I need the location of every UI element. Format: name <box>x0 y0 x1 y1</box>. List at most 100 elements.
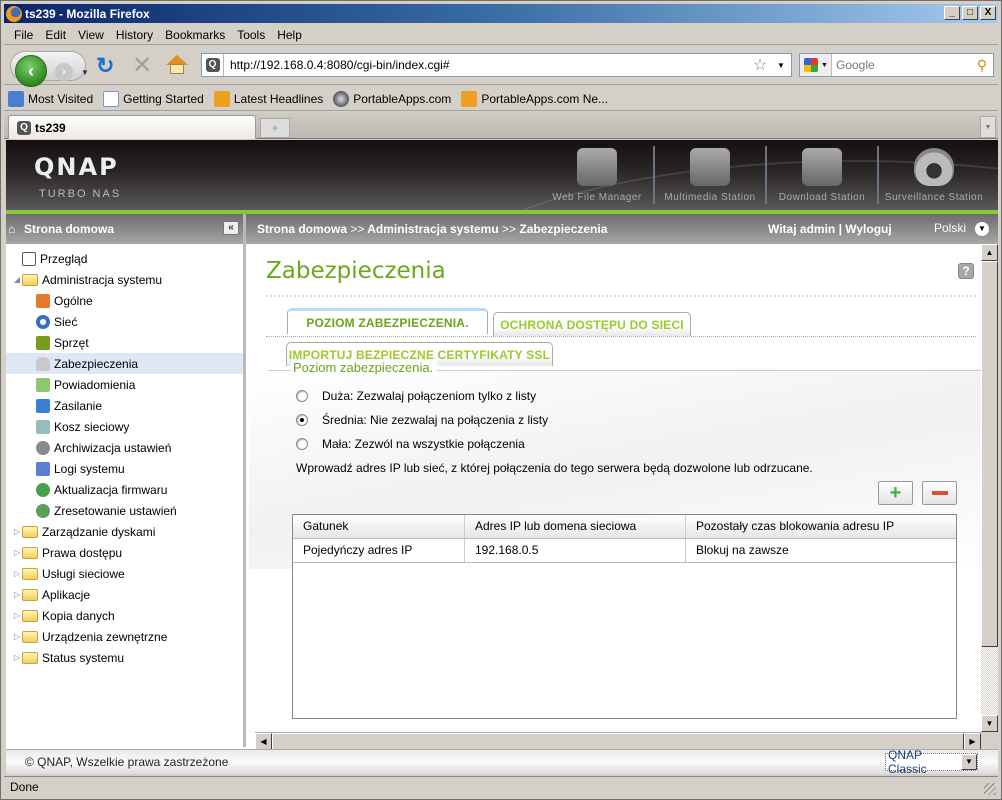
menu-file[interactable]: File <box>10 28 41 42</box>
vertical-scrollbar[interactable]: ▲ ▼ <box>981 244 998 732</box>
bookmark-getting-started[interactable]: Getting Started <box>103 90 204 107</box>
app-multimedia-station[interactable]: Multimedia Station <box>653 146 765 204</box>
sidebar-item[interactable]: ▷ Kopia danych <box>6 605 243 626</box>
menu-history[interactable]: History <box>112 28 161 42</box>
sidebar-item[interactable]: ◢ Administracja systemu <box>6 269 243 290</box>
theme-select[interactable]: QNAP Classic ▼ <box>885 748 978 776</box>
scroll-thumb[interactable] <box>981 261 998 647</box>
sidebar-item[interactable]: Sieć <box>6 311 243 332</box>
url-dropdown-icon[interactable]: ▼ <box>771 61 791 70</box>
browser-tab[interactable]: Q ts239 <box>8 115 256 139</box>
app-download-station[interactable]: Download Station <box>765 146 877 204</box>
breadcrumb-home[interactable]: Strona domowa <box>257 222 347 236</box>
bookmark-portableapps[interactable]: PortableApps.com <box>333 90 451 107</box>
sidebar-item[interactable]: Kosz sieciowy <box>6 416 243 437</box>
resize-grip[interactable] <box>984 783 996 795</box>
search-engine-selector[interactable]: ▼ <box>800 54 832 76</box>
sidebar-item[interactable]: ▷ Usługi sieciowe <box>6 563 243 584</box>
language-label[interactable]: Polski <box>934 221 966 235</box>
sidebar-item[interactable]: Logi systemu <box>6 458 243 479</box>
menu-edit[interactable]: Edit <box>41 28 74 42</box>
minimize-button[interactable]: _ <box>944 6 960 20</box>
collapsed-arrow-icon[interactable]: ▷ <box>12 548 22 557</box>
scroll-left-button[interactable]: ◀ <box>255 733 272 750</box>
collapsed-arrow-icon[interactable]: ▷ <box>12 590 22 599</box>
collapsed-arrow-icon[interactable]: ▷ <box>12 611 22 620</box>
radio-high[interactable] <box>296 390 308 402</box>
app-web-file-manager[interactable]: Web File Manager <box>541 146 653 204</box>
sidebar-item[interactable]: ▷ Zarządzanie dyskami <box>6 521 243 542</box>
column-header-type[interactable]: Gatunek <box>293 515 465 538</box>
home-icon[interactable] <box>166 55 188 75</box>
radio-low[interactable] <box>296 438 308 450</box>
bookmark-star-icon[interactable]: ☆ <box>749 55 771 75</box>
horizontal-scroll-thumb[interactable] <box>272 733 964 750</box>
help-icon[interactable]: ? <box>958 263 974 279</box>
horizontal-scrollbar[interactable]: ◀ ▶ <box>255 732 981 750</box>
search-bar[interactable]: ▼ Google ⚲ <box>799 53 994 77</box>
option-high[interactable]: Duża: Zezwalaj połączeniom tylko z listy <box>296 387 536 405</box>
scroll-track[interactable] <box>981 647 998 715</box>
app-surveillance-station[interactable]: Surveillance Station <box>877 146 989 204</box>
sidebar-item[interactable]: Zabezpieczenia <box>6 353 243 374</box>
sidebar-title[interactable]: Strona domowa <box>24 222 114 236</box>
sidebar-item[interactable]: Sprzęt <box>6 332 243 353</box>
forward-button[interactable]: › <box>55 63 73 81</box>
collapse-sidebar-button[interactable]: « <box>223 221 239 235</box>
url-input[interactable]: http://192.168.0.4:8080/cgi-bin/index.cg… <box>224 58 749 72</box>
bookmark-most-visited[interactable]: Most Visited <box>8 90 93 107</box>
list-all-tabs-button[interactable]: ▼ <box>980 116 996 138</box>
history-dropdown-icon[interactable]: ▼ <box>81 68 89 77</box>
column-header-address[interactable]: Adres IP lub domena sieciowa <box>465 515 686 538</box>
scroll-down-button[interactable]: ▼ <box>981 715 998 732</box>
tab-network-access-protection[interactable]: OCHRONA DOSTĘPU DO SIECI <box>493 312 691 336</box>
table-row[interactable]: Pojedyńczy adres IP 192.168.0.5 Blokuj n… <box>293 539 956 563</box>
menu-view[interactable]: View <box>74 28 112 42</box>
language-dropdown-icon[interactable]: ▼ <box>975 222 989 236</box>
menu-help[interactable]: Help <box>273 28 310 42</box>
menu-bookmarks[interactable]: Bookmarks <box>161 28 233 42</box>
collapsed-arrow-icon[interactable]: ▷ <box>12 569 22 578</box>
sidebar-item[interactable]: Archiwizacja ustawień <box>6 437 243 458</box>
radio-medium[interactable] <box>296 414 308 426</box>
chevron-down-icon[interactable]: ▼ <box>961 754 977 770</box>
column-header-block-time[interactable]: Pozostały czas blokowania adresu IP <box>686 515 956 538</box>
collapsed-arrow-icon[interactable]: ▷ <box>12 653 22 662</box>
menu-tools[interactable]: Tools <box>233 28 273 42</box>
add-button[interactable]: + <box>878 481 913 505</box>
bookmark-portableapps-news[interactable]: PortableApps.com Ne... <box>461 90 608 107</box>
option-low[interactable]: Mała: Zezwól na wszystkie połączenia <box>296 435 525 453</box>
stop-icon[interactable]: ✕ <box>132 54 152 78</box>
sidebar-item[interactable]: Ogólne <box>6 290 243 311</box>
sidebar-item[interactable]: ▷ Prawa dostępu <box>6 542 243 563</box>
search-icon[interactable]: ⚲ <box>971 57 993 74</box>
url-bar[interactable]: Q http://192.168.0.4:8080/cgi-bin/index.… <box>201 53 792 77</box>
reload-icon[interactable]: ↻ <box>96 55 114 77</box>
new-tab-button[interactable]: + <box>260 118 290 138</box>
section-title: Poziom zabezpieczenia. <box>291 360 438 375</box>
sidebar-item[interactable]: Przegląd <box>6 248 243 269</box>
back-button[interactable]: ‹ <box>15 55 47 87</box>
sidebar-item[interactable]: Aktualizacja firmwaru <box>6 479 243 500</box>
sidebar-item[interactable]: ▷ Status systemu <box>6 647 243 668</box>
sidebar-item[interactable]: ▷ Aplikacje <box>6 584 243 605</box>
sidebar-item[interactable]: ▷ Urządzenia zewnętrzne <box>6 626 243 647</box>
bookmark-latest-headlines[interactable]: Latest Headlines <box>213 90 323 107</box>
sidebar-item[interactable]: Zasilanie <box>6 395 243 416</box>
scroll-right-button[interactable]: ▶ <box>964 733 981 750</box>
scroll-up-button[interactable]: ▲ <box>981 244 998 261</box>
close-button[interactable]: X <box>980 6 996 20</box>
collapsed-arrow-icon[interactable]: ▷ <box>12 632 22 641</box>
delete-button[interactable] <box>922 481 957 505</box>
maximize-button[interactable]: □ <box>962 6 978 20</box>
sidebar-item[interactable]: Powiadomienia <box>6 374 243 395</box>
option-medium[interactable]: Średnia: Nie zezwalaj na połączenia z li… <box>296 411 548 429</box>
expanded-arrow-icon[interactable]: ◢ <box>12 275 22 284</box>
breadcrumb-admin[interactable]: Administracja systemu <box>367 222 498 236</box>
search-input[interactable]: Google <box>832 58 971 72</box>
collapsed-arrow-icon[interactable]: ▷ <box>12 527 22 536</box>
sidebar-item-label: Ogólne <box>54 293 93 308</box>
sidebar-item[interactable]: Zresetowanie ustawień <box>6 500 243 521</box>
logout-link[interactable]: Wyloguj <box>845 222 891 236</box>
tab-security-level[interactable]: POZIOM ZABEZPIECZENIA. <box>287 308 488 334</box>
